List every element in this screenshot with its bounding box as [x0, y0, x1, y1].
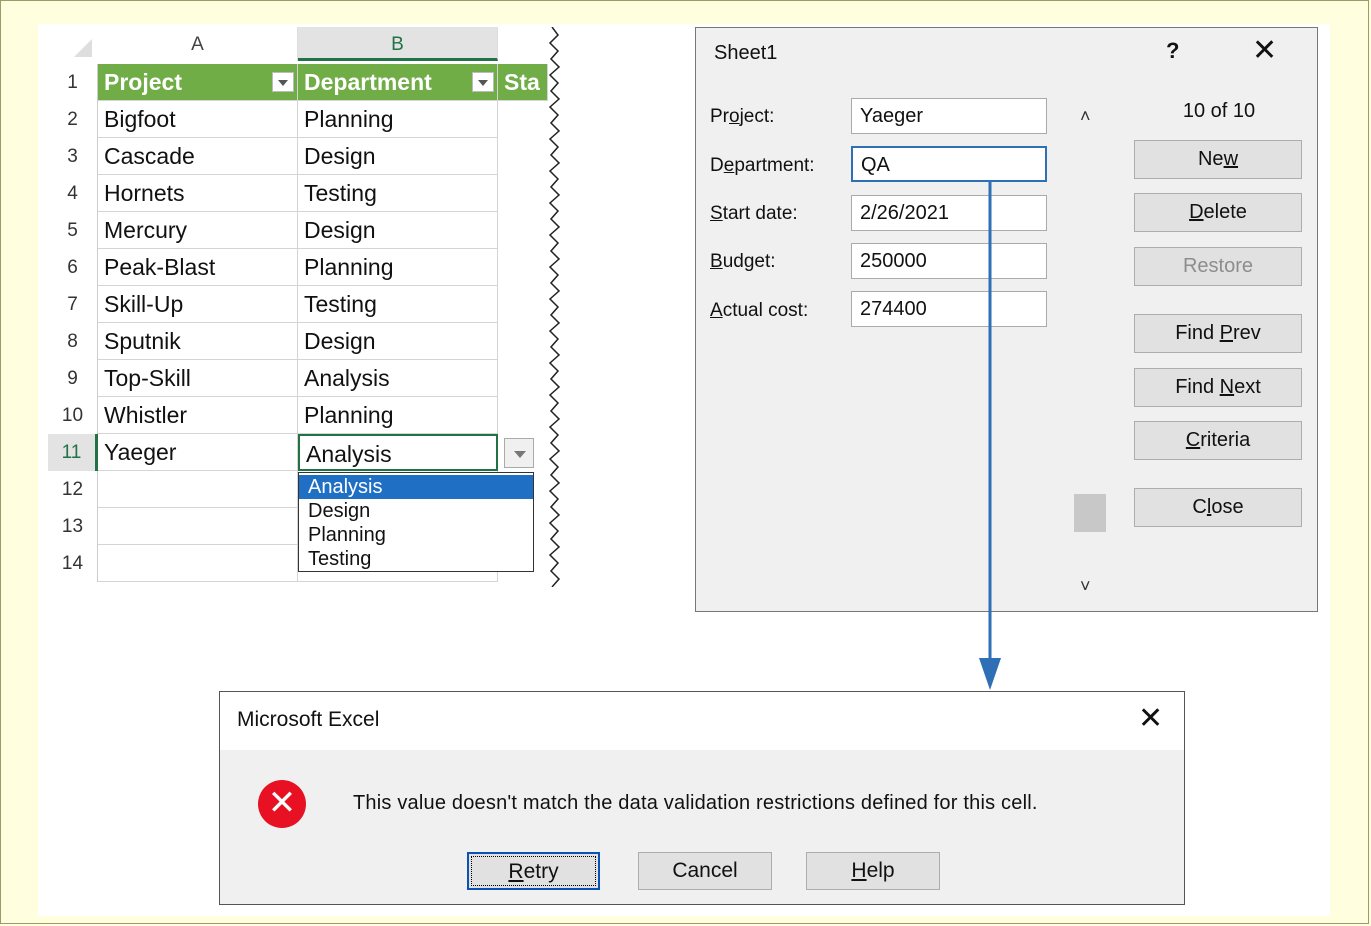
validation-dropdown-button[interactable] — [504, 438, 534, 468]
dropdown-option[interactable]: Planning — [299, 523, 533, 547]
field-label-budget: Budget: — [710, 251, 776, 272]
dropdown-option[interactable]: Testing — [299, 547, 533, 571]
cell-project[interactable]: Bigfoot — [98, 101, 298, 138]
cell-project[interactable]: Yaeger — [98, 434, 298, 471]
cancel-button[interactable]: Cancel — [638, 852, 772, 890]
field-label-department: Department: — [710, 155, 815, 176]
row-header[interactable]: 6 — [48, 249, 98, 286]
cell-department[interactable]: Design — [298, 138, 498, 175]
torn-edge-decoration — [548, 27, 578, 587]
scroll-thumb[interactable] — [1074, 494, 1106, 532]
cell-project[interactable]: Hornets — [98, 175, 298, 212]
row-header[interactable]: 10 — [48, 397, 98, 434]
message-title: Microsoft Excel — [237, 708, 380, 731]
error-message-box: Microsoft Excel ✕ ✕ This value doesn't m… — [219, 691, 1185, 905]
find-next-button[interactable]: Find Next — [1134, 368, 1302, 407]
close-button[interactable]: Close — [1134, 488, 1302, 527]
project-field[interactable]: Yaeger — [851, 98, 1047, 134]
delete-button[interactable]: Delete — [1134, 193, 1302, 232]
record-scrollbar[interactable]: ˄ ˅ — [1072, 100, 1108, 605]
row-header[interactable]: 7 — [48, 286, 98, 323]
restore-button[interactable]: Restore — [1134, 247, 1302, 286]
error-icon: ✕ — [258, 780, 306, 828]
cell-department[interactable]: Design — [298, 323, 498, 360]
cell-project[interactable]: Sputnik — [98, 323, 298, 360]
department-field[interactable]: QA — [851, 146, 1047, 182]
data-form-dialog: Sheet1 ? ✕ Project: Yaeger Department: Q… — [695, 27, 1318, 612]
scroll-down-icon[interactable]: ˅ — [1080, 576, 1091, 597]
row-header[interactable]: 1 — [48, 64, 98, 101]
cell-department[interactable]: Planning — [298, 101, 498, 138]
row-header-active[interactable]: 11 — [48, 434, 98, 471]
actual-cost-field[interactable]: 274400 — [851, 291, 1047, 327]
table-header-project-label: Project — [104, 69, 182, 95]
cell-project[interactable]: Peak-Blast — [98, 249, 298, 286]
filter-dropdown-project[interactable] — [272, 72, 294, 92]
select-all-corner[interactable] — [48, 27, 98, 61]
cell-department[interactable]: Testing — [298, 175, 498, 212]
cell-department[interactable]: Design — [298, 212, 498, 249]
help-button[interactable]: Help — [806, 852, 940, 890]
criteria-button[interactable]: Criteria — [1134, 421, 1302, 460]
field-label-start-date: Start date: — [710, 203, 798, 224]
spreadsheet: A B 1 2 3 4 5 6 7 8 9 10 11 12 13 14 Pro… — [48, 27, 578, 587]
field-label-actual-cost: Actual cost: — [710, 300, 809, 321]
cell-project[interactable]: Whistler — [98, 397, 298, 434]
validation-dropdown-list: Analysis Design Planning Testing — [298, 472, 534, 572]
help-icon[interactable]: ? — [1166, 38, 1179, 64]
row-header[interactable]: 2 — [48, 101, 98, 138]
table-header-department-label: Department — [304, 69, 432, 95]
retry-button[interactable]: Retry — [467, 852, 600, 890]
filter-dropdown-department[interactable] — [472, 72, 494, 92]
start-date-field[interactable]: 2/26/2021 — [851, 195, 1047, 231]
column-header-b[interactable]: B — [298, 27, 498, 61]
scroll-up-icon[interactable]: ˄ — [1080, 106, 1091, 127]
cell-department[interactable]: Planning — [298, 249, 498, 286]
column-header-a[interactable]: A — [98, 27, 298, 61]
row-header[interactable]: 3 — [48, 138, 98, 175]
table-header-department[interactable]: Department — [298, 64, 498, 101]
empty-cell[interactable] — [98, 508, 298, 545]
cell-project[interactable]: Mercury — [98, 212, 298, 249]
find-prev-button[interactable]: Find Prev — [1134, 314, 1302, 353]
empty-cell[interactable] — [98, 545, 298, 582]
error-message-text: This value doesn't match the data valida… — [353, 792, 1038, 814]
cell-department[interactable]: Testing — [298, 286, 498, 323]
row-header[interactable]: 14 — [48, 545, 98, 582]
row-header[interactable]: 4 — [48, 175, 98, 212]
cell-project[interactable]: Skill-Up — [98, 286, 298, 323]
row-header[interactable]: 9 — [48, 360, 98, 397]
record-counter: 10 of 10 — [1182, 100, 1256, 122]
cell-project[interactable]: Top-Skill — [98, 360, 298, 397]
row-header[interactable]: 8 — [48, 323, 98, 360]
dropdown-option[interactable]: Design — [299, 499, 533, 523]
field-label-project: Project: — [710, 106, 775, 127]
row-header[interactable]: 5 — [48, 212, 98, 249]
close-icon[interactable]: ✕ — [1138, 704, 1163, 734]
cell-project[interactable]: Cascade — [98, 138, 298, 175]
active-cell-department[interactable]: Analysis — [298, 434, 498, 471]
close-icon[interactable]: ✕ — [1252, 36, 1277, 66]
dialog-title: Sheet1 — [714, 42, 778, 64]
row-header[interactable]: 12 — [48, 471, 98, 508]
dropdown-option[interactable]: Analysis — [299, 475, 533, 499]
new-button[interactable]: New — [1134, 140, 1302, 179]
cell-department[interactable]: Analysis — [298, 360, 498, 397]
empty-cell[interactable] — [98, 471, 298, 508]
cell-department[interactable]: Planning — [298, 397, 498, 434]
row-header[interactable]: 13 — [48, 508, 98, 545]
budget-field[interactable]: 250000 — [851, 243, 1047, 279]
table-header-project[interactable]: Project — [98, 64, 298, 101]
